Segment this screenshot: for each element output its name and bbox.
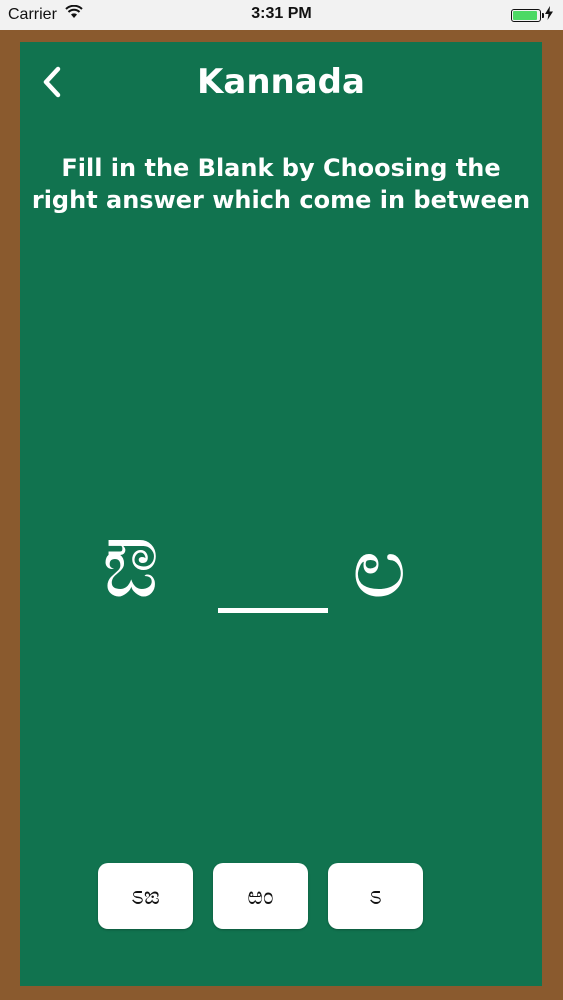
- battery-fill: [513, 11, 537, 20]
- question-area: ಔ ಲ: [20, 512, 542, 632]
- right-letter: ಲ: [352, 518, 407, 616]
- option-button-3[interactable]: ಽ: [328, 863, 423, 929]
- status-right: [511, 6, 553, 25]
- battery-icon: [511, 9, 544, 22]
- instruction-text: Fill in the Blank by Choosing the right …: [31, 154, 531, 214]
- status-bar: Carrier 3:31 PM: [0, 0, 563, 30]
- option-button-2[interactable]: ಱಂ: [213, 863, 308, 929]
- option-button-1[interactable]: ಽಙ: [98, 863, 193, 929]
- quiz-board: Kannada Fill in the Blank by Choosing th…: [20, 42, 542, 986]
- charging-bolt-icon: [545, 6, 553, 25]
- page-title: Kannada: [197, 62, 365, 102]
- blank-line: [218, 608, 328, 613]
- status-time: 3:31 PM: [251, 5, 312, 22]
- left-letter: ಔ: [102, 518, 160, 616]
- answer-options: ಽಙ ಱಂ ಽ: [98, 863, 423, 929]
